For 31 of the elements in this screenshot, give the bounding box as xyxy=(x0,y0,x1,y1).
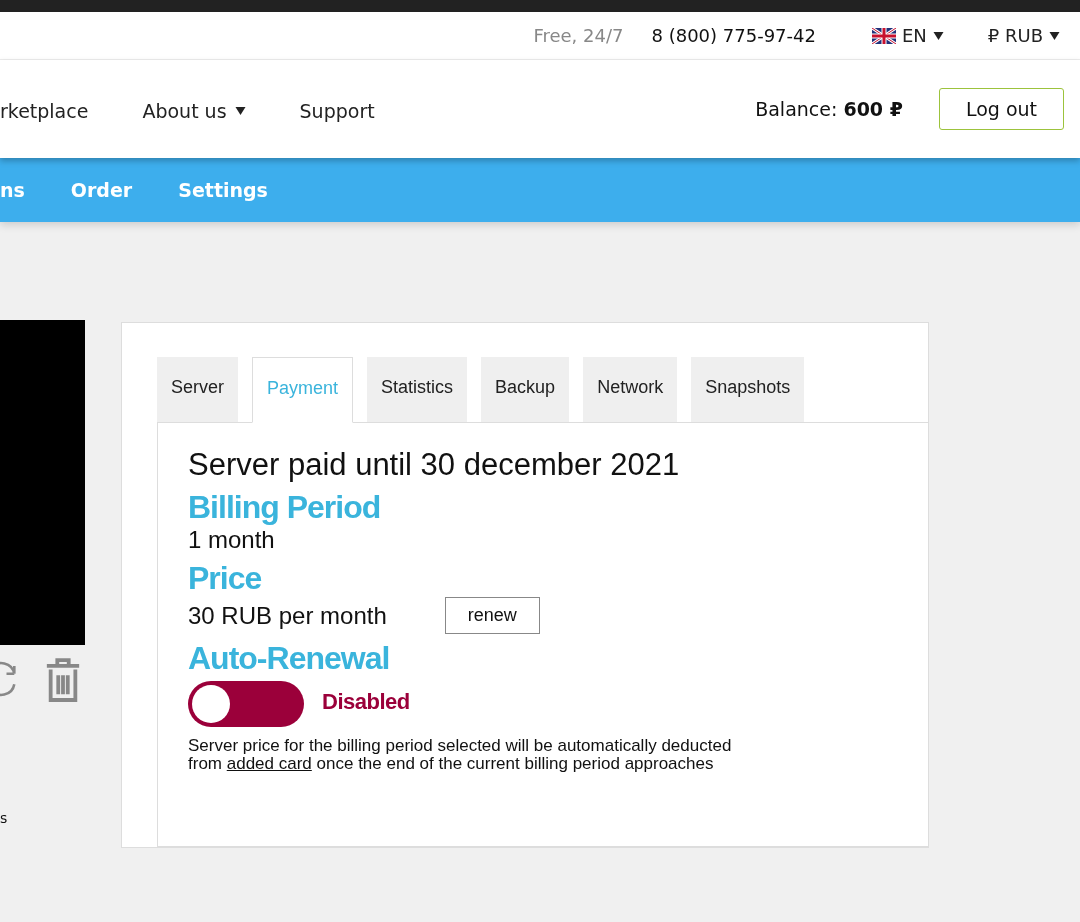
price-value: 30 RUB per month xyxy=(188,601,387,630)
flag-icon xyxy=(871,27,896,44)
price-heading: Price xyxy=(188,560,263,597)
caret-icon xyxy=(234,107,246,115)
renew-button[interactable]: renew xyxy=(444,597,540,634)
support-hours: Free, 24/7 xyxy=(533,25,624,46)
tab[interactable]: Backup xyxy=(481,357,570,422)
logout-button[interactable]: Log out xyxy=(938,88,1064,130)
added-card-link[interactable]: added card xyxy=(226,754,312,773)
currency-selector[interactable]: ₽ RUB xyxy=(987,25,1060,46)
billing-period-heading: Billing Period xyxy=(188,489,382,526)
auto-renewal-heading: Auto-Renewal xyxy=(188,640,391,677)
nav-link[interactable]: About us xyxy=(142,100,246,122)
caret-icon xyxy=(1049,31,1060,40)
nav-link[interactable]: rketplace xyxy=(0,100,89,122)
paid-until-text: Server paid until 30 december 2021 xyxy=(188,447,681,483)
truncated-text: s xyxy=(0,810,8,826)
toggle-status: Disabled xyxy=(322,689,410,715)
tab[interactable]: Snapshots xyxy=(691,357,805,422)
billing-period-value: 1 month xyxy=(188,526,276,554)
auto-renewal-note: Server price for the billing period selected will be automatically deducted from added card once the end of the current billing period approaches xyxy=(188,737,733,773)
tab[interactable]: Network xyxy=(583,357,678,422)
language-selector[interactable]: EN xyxy=(871,25,944,46)
trash-icon[interactable] xyxy=(44,657,82,705)
balance: Balance: 600 ₽ xyxy=(755,98,903,120)
caret-icon xyxy=(932,31,944,40)
tab[interactable]: Statistics xyxy=(367,357,468,422)
auto-renewal-toggle[interactable] xyxy=(188,681,304,727)
phone-number[interactable]: 8 (800) 775-97-42 xyxy=(651,25,816,46)
nav-link[interactable]: Support xyxy=(299,100,375,122)
tab[interactable]: Server xyxy=(157,357,238,422)
